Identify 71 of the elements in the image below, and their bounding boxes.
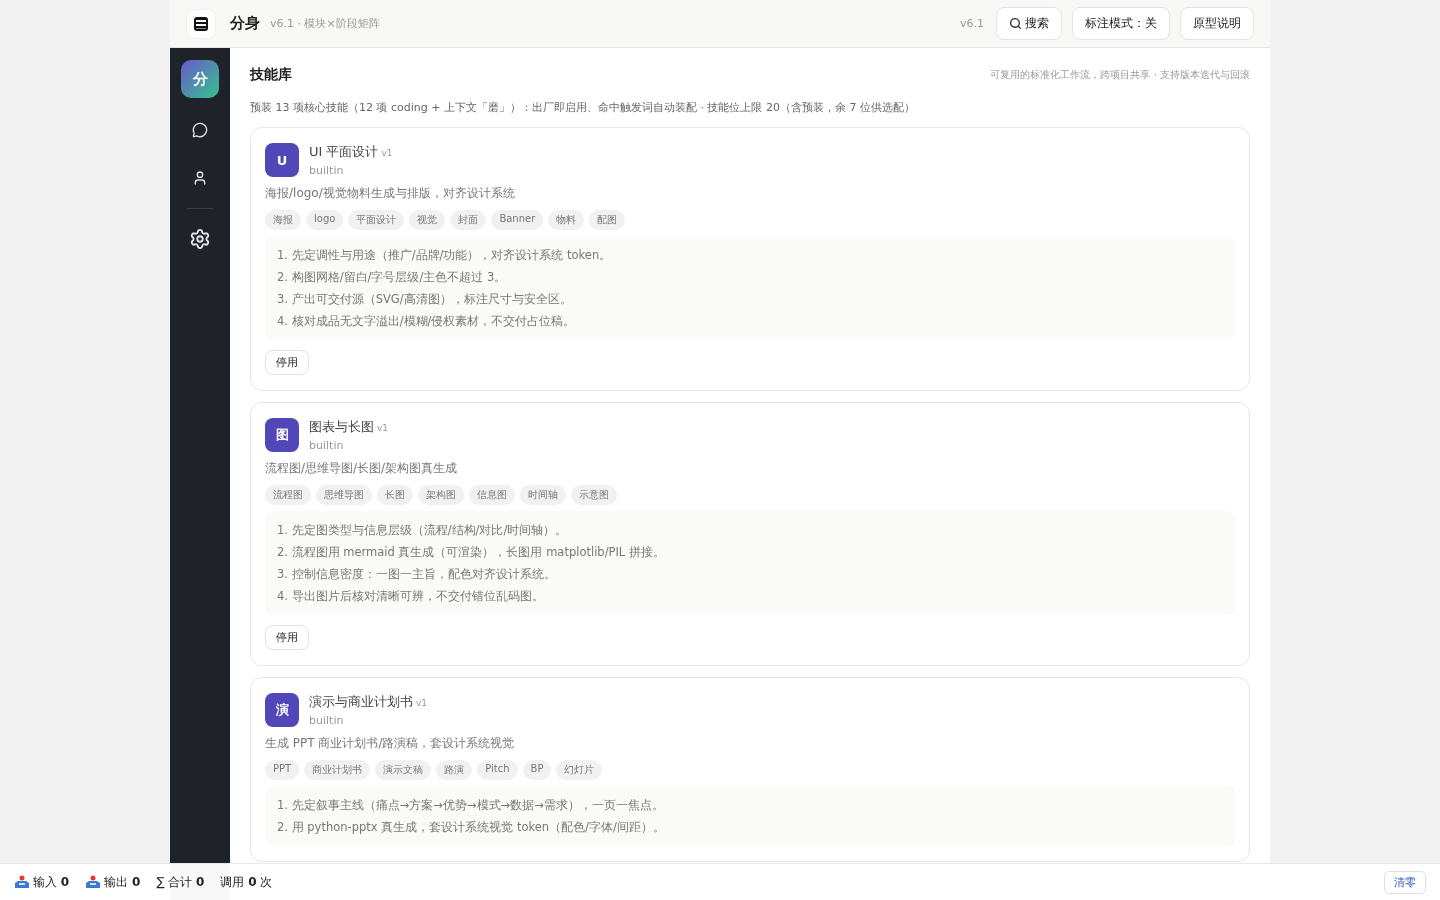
skill-tag: 海报 [265, 210, 301, 230]
app-logo-icon [186, 8, 216, 39]
skill-avatar: 演 [265, 693, 299, 727]
usage-stat: 输出 0 [104, 873, 141, 891]
skill-tag: 演示文稿 [375, 760, 432, 780]
settings-icon [189, 228, 211, 250]
disable-button[interactable]: 停用 [265, 625, 309, 650]
skill-tag: 商业计划书 [304, 760, 371, 780]
skill-source: builtin [309, 164, 345, 177]
version-label: v6.1 [960, 17, 984, 30]
clear-button[interactable]: 清零 [1384, 870, 1426, 894]
skill-version: v1 [381, 148, 393, 158]
skill-source: builtin [309, 714, 345, 727]
skill-avatar: U [265, 143, 299, 177]
skill-name: 图表与长图 v1 [309, 418, 389, 436]
usage-stat: 调用 0 次 [220, 873, 273, 891]
skill-step: 3. 控制信息密度：一图一主旨，配色对齐设计系统。 [277, 563, 1223, 585]
skill-tag: 路演 [436, 760, 473, 780]
skill-step: 2. 构图网格/留白/字号层级/主色不超过 3。 [277, 266, 1223, 288]
skill-tag: 封面 [450, 210, 487, 230]
inbox-tray-icon [85, 875, 102, 889]
skill-tag: 长图 [377, 485, 413, 505]
skill-version: v1 [377, 423, 389, 433]
skill-step: 1. 先定调性与用途（推广/品牌/功能），对齐设计系统 token。 [277, 244, 1223, 266]
skill-step: 4. 核对成品无文字溢出/模糊/侵权素材，不交付占位稿。 [277, 310, 1223, 332]
skill-step: 1. 先定图类型与信息层级（流程/结构/对比/时间轴）。 [277, 519, 1223, 541]
search-button[interactable]: 搜索 [996, 7, 1062, 40]
skill-tag: 物料 [548, 210, 585, 230]
skill-tag: 视觉 [409, 210, 446, 230]
disable-button[interactable]: 停用 [265, 350, 309, 375]
usage-stat: 输入 0 [33, 873, 70, 891]
skill-tag: BP [522, 760, 552, 780]
chat-icon [192, 122, 208, 138]
skill-tag: PPT [265, 760, 300, 780]
skill-tag: 流程图 [265, 485, 311, 505]
skill-description: 生成 PPT 商业计划书/路演稿，套设计系统视觉 [265, 735, 516, 752]
skill-avatar: 图 [265, 418, 299, 452]
page-title: 技能库 [250, 66, 292, 84]
skill-name: UI 平面设计 v1 [309, 143, 393, 161]
skill-tag: Pitch [477, 760, 518, 780]
skill-step: 2. 用 python-pptx 真生成，套设计系统视觉 token（配色/字体/间距）。 [277, 816, 1223, 838]
search-icon [1009, 17, 1022, 30]
skill-description: 海报/logo/视觉物料生成与排版，对齐设计系统 [265, 185, 516, 202]
brand-tile[interactable]: 分 [181, 60, 219, 98]
skill-tag: 思维导图 [316, 485, 372, 505]
skill-name: 演示与商业计划书 v1 [309, 693, 428, 711]
header-button[interactable]: 原型说明 [1180, 7, 1254, 40]
usage-stat: ∑ 合计 0 [156, 873, 205, 891]
user-icon [192, 170, 208, 186]
skill-description: 流程图/思维导图/长图/架构图真生成 [265, 460, 459, 477]
app-subtitle: v6.1 · 模块×阶段矩阵 [270, 16, 380, 31]
skill-tag: logo [306, 210, 344, 230]
skill-step: 3. 产出可交付源（SVG/高清图），标注尺寸与安全区。 [277, 288, 1223, 310]
skill-tag: 示意图 [571, 485, 617, 505]
app-name: 分身 [230, 14, 260, 33]
skill-step: 1. 先定叙事主线（痛点→方案→优势→模式→数据→需求），一页一焦点。 [277, 794, 1223, 816]
skill-step: 4. 导出图片后核对清晰可辨，不交付错位乱码图。 [277, 585, 1223, 607]
skill-version: v1 [416, 698, 428, 708]
skill-source: builtin [309, 439, 345, 452]
skill-tag: 幻灯片 [556, 760, 603, 780]
skill-step: 2. 流程图用 mermaid 真生成（可渲染），长图用 matplotlib/PIL 拼接。 [277, 541, 1223, 563]
inbox-tray-icon [14, 875, 30, 889]
skill-tag: 信息图 [469, 485, 515, 505]
skill-tag: 平面设计 [348, 210, 405, 230]
skill-tag: Banner [491, 210, 544, 230]
page-intro: 预装 13 项核心技能（12 项 coding + 上下文「磨」）：出厂即启用、命中触发词自动装配 · 技能位上限 20（含预装，余 7 位供选配） [250, 100, 916, 115]
skill-tag: 时间轴 [520, 485, 566, 505]
header-button[interactable]: 标注模式：关 [1072, 7, 1170, 40]
skill-tag: 架构图 [418, 485, 464, 505]
page-tagline: 可复用的标准化工作流，跨项目共享 · 支持版本迭代与回滚 [990, 68, 1250, 82]
skill-tag: 配图 [589, 210, 626, 230]
